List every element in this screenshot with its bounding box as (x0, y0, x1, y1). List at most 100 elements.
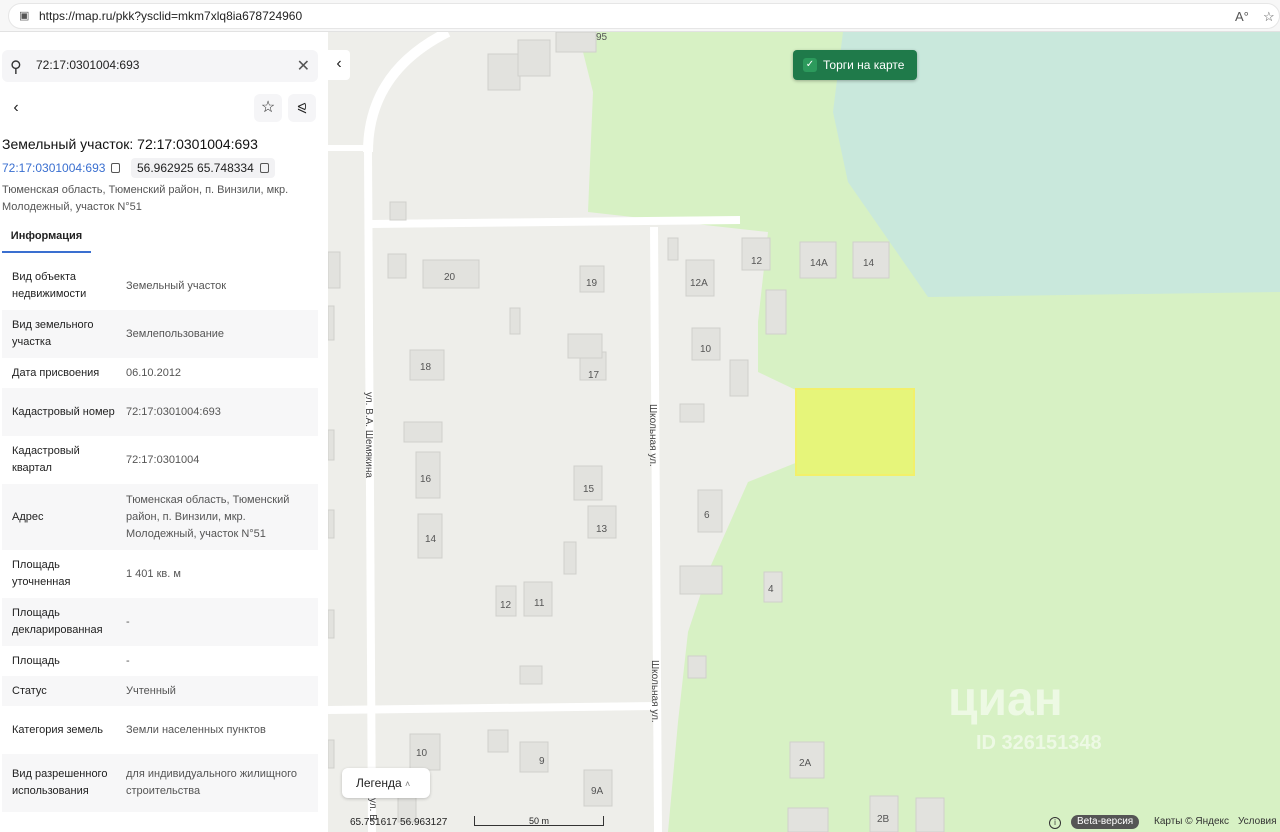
back-button[interactable]: ‹ (2, 94, 30, 122)
info-row-value: Землепользование (126, 327, 225, 340)
page-info-icon[interactable]: ▣ (19, 9, 31, 22)
house-number: 16 (420, 474, 432, 485)
street-label: Школьная ул. (647, 404, 658, 467)
info-row-key: Кадастровый номер (12, 405, 115, 418)
house-number: 2В (877, 814, 890, 825)
legend-button[interactable]: Легенда ˄ (342, 768, 430, 798)
info-row-value: Тюменская область, Тюменский район, п. В… (126, 493, 290, 540)
info-row: Вид земельного участка Землепользование (2, 310, 318, 358)
info-row-value: для индивидуального жилищного строительс… (126, 768, 298, 797)
info-row-value: 1 401 кв. м (126, 567, 181, 580)
road (650, 226, 662, 832)
info-row: Площадь уточненная 1 401 кв. м (2, 550, 318, 598)
house-number: 12 (751, 256, 763, 267)
house-number: 4 (768, 584, 774, 595)
info-row-key: Вид разрешенного использования (12, 768, 108, 797)
cadastral-number-link[interactable]: 72:17:0301004:693 (2, 161, 121, 175)
search-icon: ⚲ (10, 59, 22, 76)
road (363, 32, 451, 153)
check-icon: ✓ (803, 58, 817, 72)
chevron-up-icon: ˄ (404, 779, 411, 789)
info-row: Площадь декларированная - (2, 598, 318, 646)
info-row: Вид объекта недвижимости Земельный участо… (2, 262, 318, 310)
browser-toolbar: ▣ https://map.ru/pkk?ysclid=mkm7xlq8ia67… (0, 0, 1280, 32)
cian-watermark: циан (948, 673, 1063, 726)
house-number: 95 (596, 32, 608, 43)
copy-icon[interactable] (111, 163, 121, 173)
collapse-panel-button[interactable]: ‹ (328, 50, 350, 80)
beta-badge[interactable]: Beta-версия (1071, 815, 1140, 829)
info-row-key: Площадь (12, 654, 60, 667)
info-row: Категория земель Земли населенных пунктов (2, 706, 318, 754)
house-number: 11 (534, 598, 545, 609)
house-number: 12 (500, 600, 512, 611)
info-row-value: Земельный участок (126, 279, 227, 292)
info-row-key: Вид объекта недвижимости (12, 271, 87, 300)
map-scale: 50 m (474, 816, 604, 826)
copy-icon[interactable] (259, 163, 269, 173)
tab-information[interactable]: Информация (2, 225, 91, 253)
cian-watermark-id: ID 326151348 (976, 732, 1102, 754)
info-row-value: Земли населенных пунктов (126, 723, 266, 736)
road (328, 702, 659, 714)
house-number: 18 (420, 362, 432, 373)
house-number: 14 (863, 258, 875, 269)
info-row-key: Категория земель (12, 723, 103, 736)
read-aloud-icon[interactable]: A° (1235, 9, 1249, 24)
street-label: Школьная ул. (649, 660, 660, 723)
map-view[interactable]: 95 20 19 12 14А 14 12А 18 17 10 16 15 13 6 14 12 11 4 10 9 9… (328, 32, 1280, 832)
info-row-key: Дата присвоения (12, 366, 100, 379)
info-row-key: Адрес (12, 510, 44, 523)
info-row-value: - (126, 615, 130, 628)
house-number: 19 (586, 278, 598, 289)
house-number: 13 (596, 524, 608, 535)
house-number: 14А (810, 258, 828, 269)
info-row-key: Площадь декларированная (12, 607, 103, 636)
info-row: Кадастровый квартал 72:17:0301004 (2, 436, 318, 484)
info-row-value: 72:17:0301004 (126, 453, 200, 466)
info-row: Дата присвоения 06.10.2012 (2, 358, 318, 388)
house-number: 9А (591, 786, 604, 797)
info-table: Вид объекта недвижимости Земельный участо… (2, 262, 318, 812)
road (364, 151, 376, 832)
house-number: 9 (539, 756, 545, 767)
info-row: Площадь - (2, 646, 318, 676)
coordinates-chip[interactable]: 56.962925 65.748334 (131, 158, 275, 178)
info-row-value: Учтенный (126, 684, 176, 697)
url-text[interactable]: https://map.ru/pkk?ysclid=mkm7xlq8ia6787… (39, 9, 302, 23)
house-number: 10 (700, 344, 712, 355)
house-number: 20 (444, 272, 456, 283)
info-row-key: Вид земельного участка (12, 319, 94, 348)
share-button[interactable]: ⪨ (288, 94, 316, 122)
address-bar[interactable]: ▣ https://map.ru/pkk?ysclid=mkm7xlq8ia67… (8, 3, 1280, 29)
parcel-title: Земельный участок: 72:17:0301004:693 (2, 136, 258, 152)
parcel-side-panel: ⚲ 72:17:0301004:693 ✕ ‹ ☆ ⪨ Земельный уч… (0, 32, 328, 832)
search-input[interactable]: 72:17:0301004:693 (36, 58, 139, 72)
house-number: 12А (690, 278, 708, 289)
selected-parcel[interactable] (795, 388, 915, 476)
info-icon[interactable]: i (1049, 817, 1061, 829)
auctions-on-map-toggle[interactable]: ✓ Торги на карте (793, 50, 917, 80)
cursor-coordinates: 65.751617 56.963127 (350, 817, 448, 828)
house-number: 15 (583, 484, 595, 495)
info-row-value: 72:17:0301004:693 (126, 405, 221, 418)
info-row-value: - (126, 654, 130, 667)
info-row-value: 06.10.2012 (126, 366, 182, 379)
favorite-star-icon[interactable]: ☆ (1263, 9, 1275, 25)
map-attribution[interactable]: Карты © Яндекс (1154, 816, 1229, 827)
search-box[interactable]: ⚲ 72:17:0301004:693 ✕ (2, 50, 318, 82)
terms-link[interactable]: Условия (1238, 816, 1277, 827)
clear-search-icon[interactable]: ✕ (297, 56, 310, 76)
road (371, 216, 741, 228)
map-canvas[interactable]: 95 20 19 12 14А 14 12А 18 17 10 16 15 13 6 14 12 11 4 10 9 9… (328, 32, 1280, 832)
info-row: Вид разрешенного использования для индиви… (2, 754, 318, 812)
house-number: 10 (416, 748, 428, 759)
house-number: 6 (704, 510, 710, 521)
favorite-button[interactable]: ☆ (254, 94, 282, 122)
house-number: 2А (799, 758, 812, 769)
info-row: Адрес Тюменская область, Тюменский район,… (2, 484, 318, 550)
info-row-key: Статус (12, 684, 47, 697)
house-number: 14 (425, 534, 437, 545)
parcel-address: Тюменская область, Тюменский район, п. В… (2, 184, 289, 213)
street-label: ул. В.А. Шемякина (363, 392, 374, 478)
